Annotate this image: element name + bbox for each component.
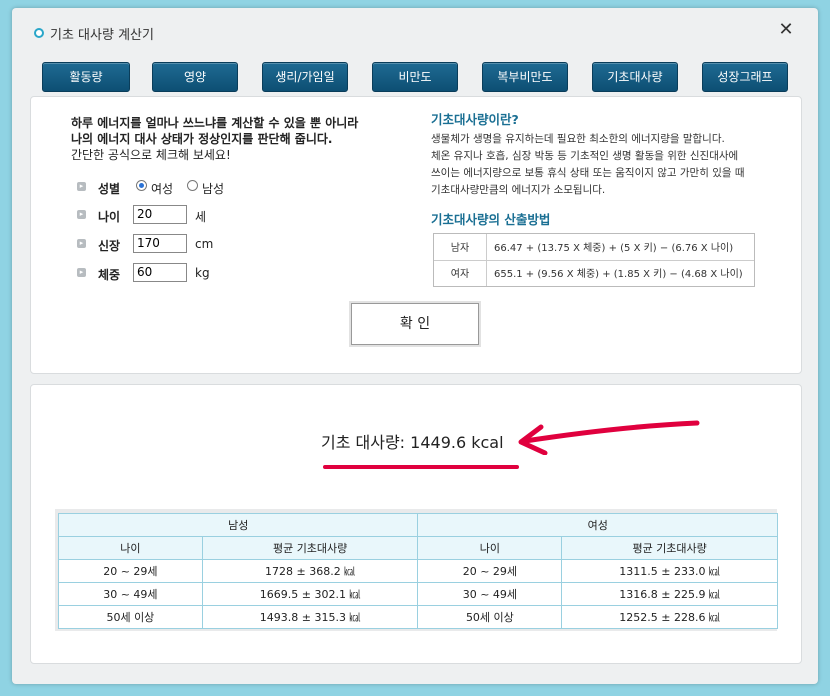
formula-sex: 남자 bbox=[450, 243, 470, 254]
bmr-definition-title: 기초대사량이란? bbox=[431, 112, 519, 127]
definition-line: 쓰이는 에너지량으로 보통 휴식 상태 또는 움직이지 않고 가만히 있을 때 bbox=[431, 167, 745, 179]
table-cell: 50세 이상 bbox=[58, 605, 203, 629]
bullet-icon: ▸ bbox=[77, 268, 86, 277]
age-unit: 세 bbox=[195, 210, 207, 224]
tab-abdominal-obesity[interactable]: 복부비만도 bbox=[482, 62, 568, 92]
table-cell: 1316.8 ± 225.9 ㎉ bbox=[561, 582, 778, 606]
confirm-button[interactable]: 확 인 bbox=[351, 303, 479, 345]
bullet-icon: ▸ bbox=[77, 182, 86, 191]
table-cell: 20 ~ 29세 bbox=[417, 559, 563, 583]
table-cell: 20 ~ 29세 bbox=[58, 559, 203, 583]
table-row: 50세 이상 1493.8 ± 315.3 ㎉ 50세 이상 1252.5 ± … bbox=[58, 605, 778, 629]
table-cell: 50세 이상 bbox=[417, 605, 563, 629]
bmr-result: 기초 대사량: 1449.6 kcal bbox=[321, 433, 504, 452]
definition-line: 기초대사량만큼의 에너지가 소모됩니다. bbox=[431, 184, 606, 196]
height-unit: cm bbox=[195, 237, 214, 251]
sex-female-radio[interactable] bbox=[136, 180, 147, 191]
arrow-icon bbox=[518, 420, 700, 455]
formula-expression: 66.47 + (13.75 X 체중) + (5 X 키) − (6.76 X… bbox=[494, 243, 734, 254]
table-cell: 1311.5 ± 233.0 ㎉ bbox=[561, 559, 778, 583]
table-row: 30 ~ 49세 1669.5 ± 302.1 ㎉ 30 ~ 49세 1316.… bbox=[58, 582, 778, 606]
title-bar: 기초 대사량 계산기 ✕ bbox=[12, 8, 818, 56]
close-icon[interactable]: ✕ bbox=[776, 20, 796, 40]
formula-sex: 여자 bbox=[450, 269, 470, 280]
intro-line-1: 하루 에너지를 얼마나 쓰느냐를 계산할 수 있을 뿐 아니라 bbox=[71, 116, 359, 130]
age-label: 나이 bbox=[98, 210, 121, 224]
intro-line-3: 간단한 공식으로 체크해 보세요! bbox=[71, 148, 231, 162]
average-column-header: 평균 기초대사량 bbox=[201, 536, 419, 560]
sex-male-label: 남성 bbox=[202, 182, 225, 196]
male-header: 남성 bbox=[57, 513, 419, 537]
height-row: ▸ 신장 cm bbox=[77, 234, 277, 256]
sex-label: 성별 bbox=[98, 182, 121, 196]
age-row: ▸ 나이 세 bbox=[77, 205, 277, 227]
table-cell: 1252.5 ± 228.6 ㎉ bbox=[561, 605, 778, 629]
sex-row: ▸ 성별 여성 남성 bbox=[77, 177, 277, 199]
height-input[interactable] bbox=[133, 234, 187, 253]
intro-line-2: 나의 에너지 대사 상태가 정상인지를 판단해 줍니다. bbox=[71, 132, 333, 146]
weight-label: 체중 bbox=[98, 268, 121, 282]
bullet-icon: ▸ bbox=[77, 239, 86, 248]
input-panel: 하루 에너지를 얼마나 쓰느냐를 계산할 수 있을 뿐 아니라 나의 에너지 대… bbox=[30, 96, 802, 374]
calculator-window: 기초 대사량 계산기 ✕ 활동량 영양 생리/가임일 비만도 복부비만도 기초대… bbox=[12, 8, 818, 684]
tab-bar: 활동량 영양 생리/가임일 비만도 복부비만도 기초대사량 성장그래프 bbox=[12, 60, 818, 92]
window-title: 기초 대사량 계산기 bbox=[50, 28, 154, 43]
sex-female-label: 여성 bbox=[151, 182, 174, 196]
table-cell: 1493.8 ± 315.3 ㎉ bbox=[201, 605, 419, 629]
definition-line: 체온 유지나 호흡, 심장 박동 등 기초적인 생명 활동을 위한 신진대사에 bbox=[431, 150, 739, 162]
tab-nutrition[interactable]: 영양 bbox=[152, 62, 238, 92]
tab-bmr[interactable]: 기초대사량 bbox=[592, 62, 678, 92]
formula-row-male: 남자 66.47 + (13.75 X 체중) + (5 X 키) − (6.7… bbox=[434, 234, 754, 258]
age-column-header: 나이 bbox=[417, 536, 563, 560]
tab-menstrual[interactable]: 생리/가임일 bbox=[262, 62, 348, 92]
age-column-header: 나이 bbox=[58, 536, 203, 560]
table-cell: 30 ~ 49세 bbox=[58, 582, 203, 606]
tab-growth-graph[interactable]: 성장그래프 bbox=[702, 62, 788, 92]
title-dot-icon bbox=[34, 28, 44, 38]
bmr-method-title: 기초대사량의 산출방법 bbox=[431, 212, 551, 227]
female-header: 여성 bbox=[417, 513, 778, 537]
average-bmr-table-wrap: 남성 여성 나이 평균 기초대사량 나이 평균 기초대사량 20 ~ 29세 1… bbox=[55, 509, 778, 631]
height-label: 신장 bbox=[98, 239, 121, 253]
table-row: 20 ~ 29세 1728 ± 368.2 ㎉ 20 ~ 29세 1311.5 … bbox=[58, 559, 778, 583]
table-cell: 1669.5 ± 302.1 ㎉ bbox=[201, 582, 419, 606]
table-cell: 1728 ± 368.2 ㎉ bbox=[201, 559, 419, 583]
average-column-header: 평균 기초대사량 bbox=[561, 536, 778, 560]
formula-row-female: 여자 655.1 + (9.56 X 체중) + (1.85 X 키) − (4… bbox=[434, 260, 754, 284]
intro-text: 하루 에너지를 얼마나 쓰느냐를 계산할 수 있을 뿐 아니라 나의 에너지 대… bbox=[71, 115, 358, 163]
table-cell: 30 ~ 49세 bbox=[417, 582, 563, 606]
formula-expression: 655.1 + (9.56 X 체중) + (1.85 X 키) − (4.68… bbox=[494, 269, 743, 280]
age-input[interactable] bbox=[133, 205, 187, 224]
bullet-icon: ▸ bbox=[77, 210, 86, 219]
weight-row: ▸ 체중 kg bbox=[77, 263, 277, 285]
tab-obesity[interactable]: 비만도 bbox=[372, 62, 458, 92]
bmr-definition-text: 생물체가 생명을 유지하는데 필요한 최소한의 에너지량을 말합니다. 체온 유… bbox=[431, 131, 771, 199]
tab-activity[interactable]: 활동량 bbox=[42, 62, 130, 92]
sex-male-radio[interactable] bbox=[187, 180, 198, 191]
definition-line: 생물체가 생명을 유지하는데 필요한 최소한의 에너지량을 말합니다. bbox=[431, 133, 725, 145]
result-underline bbox=[323, 465, 519, 469]
result-panel: 기초 대사량: 1449.6 kcal 남성 여성 나이 평균 기초대사량 나이… bbox=[30, 384, 802, 664]
weight-input[interactable] bbox=[133, 263, 187, 282]
average-bmr-table: 남성 여성 나이 평균 기초대사량 나이 평균 기초대사량 20 ~ 29세 1… bbox=[57, 513, 778, 629]
formula-table: 남자 66.47 + (13.75 X 체중) + (5 X 키) − (6.7… bbox=[433, 233, 755, 287]
weight-unit: kg bbox=[195, 266, 210, 280]
